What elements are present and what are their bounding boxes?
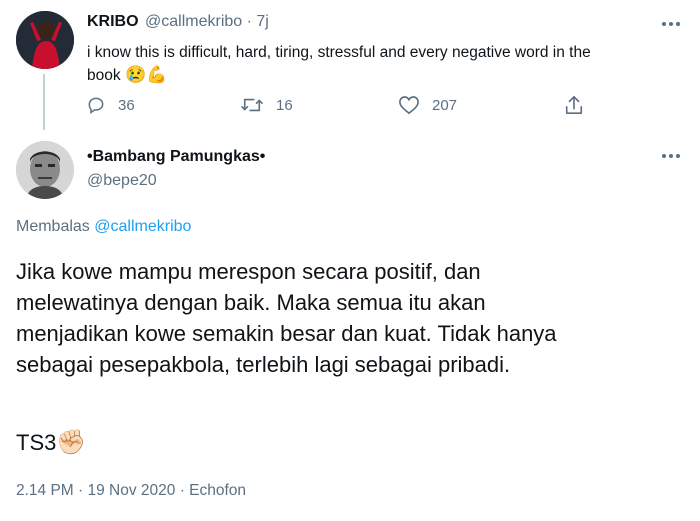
avatar-bepe[interactable] [16, 141, 74, 199]
heart-icon [399, 96, 419, 115]
avatar-bepe-photo [16, 141, 74, 199]
parent-tweet-text: i know this is difficult, hard, tiring, … [87, 42, 667, 87]
parent-text-line1: i know this is difficult, hard, tiring, … [87, 44, 591, 61]
parent-tweet-header: KRIBO @callmekribo · 7j [87, 13, 269, 31]
reply-prefix: Membalas [16, 218, 90, 235]
retweet-count: 16 [276, 96, 293, 114]
main-signature: TS3✊🏻 [16, 427, 86, 458]
main-text-line: menjadikan kowe semakin besar dan kuat. … [16, 321, 557, 346]
retweet-icon [241, 98, 263, 112]
main-author-name[interactable]: •Bambang Pamungkas• [87, 148, 265, 166]
main-tweet-text: Jika kowe mampu merespon secara positif,… [16, 256, 696, 380]
reply-to-link[interactable]: @callmekribo [94, 218, 191, 235]
parent-text-line2: book [87, 67, 121, 84]
share-button[interactable] [564, 94, 584, 116]
share-icon [565, 96, 583, 114]
parent-text-emojis: 😢💪 [124, 65, 168, 84]
thread-line [43, 74, 45, 130]
parent-author-name[interactable]: KRIBO [87, 13, 139, 30]
parent-author-handle[interactable]: @callmekribo [145, 13, 242, 30]
like-count: 207 [432, 96, 458, 114]
reply-count: 36 [118, 96, 135, 114]
reply-icon [88, 97, 104, 114]
main-text-line: sebagai pesepakbola, terlebih lagi sebag… [16, 352, 511, 377]
main-text-line: Jika kowe mampu merespon secara positif,… [16, 259, 481, 284]
parent-separator: · [246, 13, 252, 30]
main-author-handle[interactable]: @bepe20 [87, 172, 157, 190]
signature-text: TS3 [16, 430, 57, 455]
retweet-button[interactable]: 16 [240, 95, 293, 115]
parent-tweet-time[interactable]: 7j [256, 13, 268, 30]
like-button[interactable]: 207 [398, 95, 457, 115]
avatar-kribo[interactable] [16, 11, 74, 69]
tweet-timestamp[interactable]: 2.14 PM · 19 Nov 2020 · Echofon [16, 482, 246, 500]
reply-context: Membalas @callmekribo [16, 218, 191, 236]
raised-fist-emoji: ✊🏻 [56, 429, 87, 456]
reply-button[interactable]: 36 [86, 95, 135, 115]
avatar-kribo-photo [16, 11, 74, 69]
parent-more-icon[interactable] [660, 13, 682, 35]
main-more-icon[interactable] [660, 145, 682, 167]
main-text-line: melewatinya dengan baik. Maka semua itu … [16, 290, 486, 315]
